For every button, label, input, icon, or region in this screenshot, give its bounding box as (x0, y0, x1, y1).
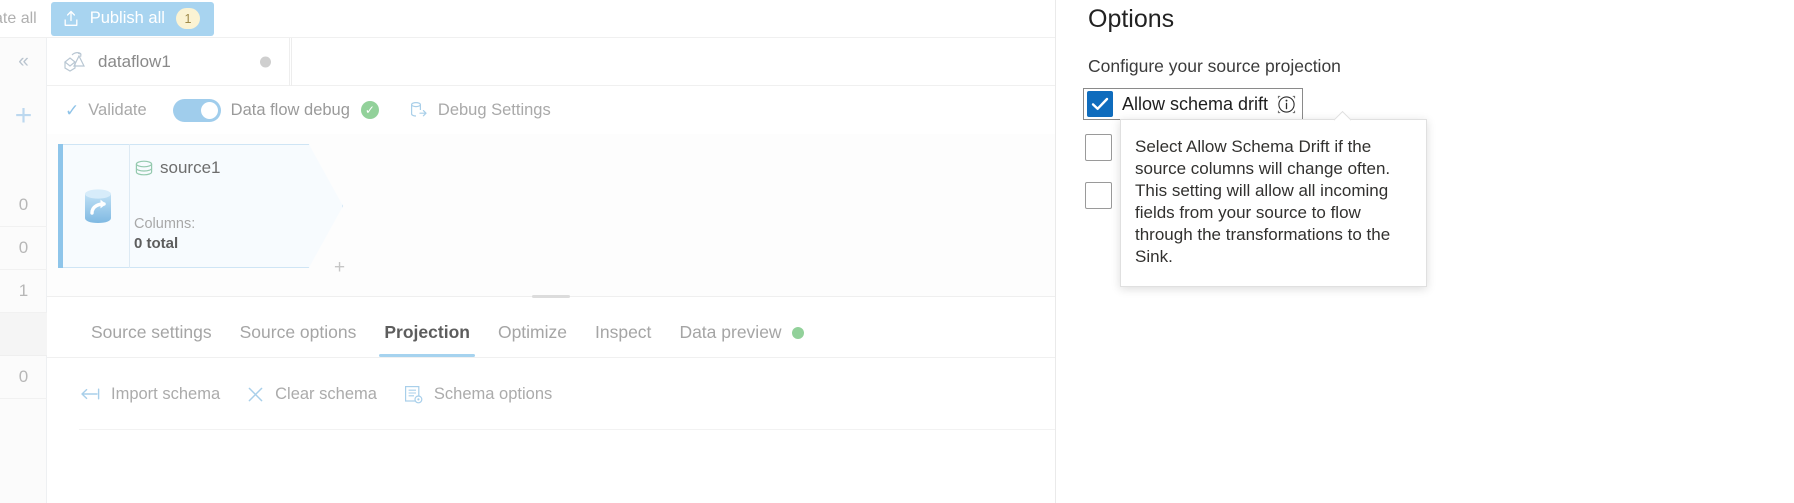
node-body: source1 Columns: 0 total (134, 158, 220, 252)
node-accent-bar (58, 144, 63, 268)
schema-options-button[interactable]: Schema options (403, 384, 552, 405)
rail-count-3[interactable] (0, 313, 47, 356)
node-title: source1 (160, 158, 221, 177)
dataflow-icon (64, 52, 85, 72)
rail-count-1[interactable]: 0 (0, 227, 47, 270)
tab-label: Projection (384, 322, 470, 342)
import-schema-button[interactable]: Import schema (79, 385, 220, 404)
top-toolbar: lidate all Publish all 1 (0, 0, 1055, 38)
rail-count-0[interactable]: 0 (0, 184, 47, 227)
add-next-transformation-button[interactable]: + (334, 258, 345, 277)
dataflow-tab-label: dataflow1 (98, 52, 171, 71)
source-node-source1[interactable]: source1 Columns: 0 total + (58, 144, 345, 277)
node-columns-value: 0 total (134, 235, 179, 252)
allow-schema-drift-checkbox[interactable] (1087, 91, 1113, 117)
panel-resize-handle[interactable] (532, 295, 570, 298)
debug-settings-label: Debug Settings (437, 100, 551, 119)
left-rail: « + 0 0 1 0 (0, 38, 47, 503)
status-ok-dot (791, 326, 804, 339)
clear-schema-label: Clear schema (275, 384, 377, 403)
validate-button[interactable]: ✓ Validate (65, 101, 147, 120)
tooltip-arrow (1334, 111, 1351, 121)
tab-label: Source settings (91, 322, 212, 342)
allow-schema-drift-label: Allow schema drift (1122, 93, 1269, 114)
tab-dataflow1[interactable]: dataflow1 (47, 38, 290, 86)
publish-count-badge: 1 (175, 8, 200, 29)
validate-label: Validate (88, 100, 147, 119)
clear-schema-button[interactable]: Clear schema (246, 385, 377, 404)
debug-settings-button[interactable]: Debug Settings (409, 100, 551, 120)
tab-strip-empty (291, 38, 1055, 86)
tab-projection[interactable]: Projection (370, 322, 484, 357)
schema-options-icon (404, 385, 423, 403)
tab-optimize[interactable]: Optimize (484, 322, 581, 357)
plus-icon: + (14, 99, 33, 132)
tab-data-preview[interactable]: Data preview (665, 322, 817, 357)
tab-label: Optimize (497, 322, 567, 342)
data-flow-debug-label: Data flow debug (230, 100, 350, 119)
options-side-panel: Options Configure your source projection… (1055, 0, 1794, 503)
schema-drift-tooltip: Select Allow Schema Drift if the source … (1120, 119, 1427, 287)
rail-count-2[interactable]: 1 (0, 270, 47, 313)
options-panel-subtitle: Configure your source projection (1088, 56, 1341, 76)
tooltip-text: Select Allow Schema Drift if the source … (1135, 137, 1391, 266)
database-source-icon (85, 189, 111, 223)
dataflow-action-toolbar: ✓ Validate Data flow debug ✓ Debug Setti… (47, 86, 1055, 134)
node-columns-label: Columns: (134, 216, 196, 232)
collapse-panel-button[interactable]: « (0, 38, 47, 86)
tab-source-options[interactable]: Source options (226, 322, 371, 357)
data-flow-editor: « + 0 0 1 0 lidate all Publish all 1 (0, 0, 1794, 503)
import-schema-label: Import schema (111, 384, 221, 403)
unsaved-dot (260, 56, 271, 68)
tab-label: Inspect (595, 322, 652, 342)
green-check-icon: ✓ (360, 101, 379, 119)
validate-all-button[interactable]: lidate all (0, 10, 51, 28)
publish-all-label: Publish all (89, 9, 165, 27)
checkmark-icon (1091, 97, 1109, 110)
schema-action-bar: Import schema Clear schema Schema option… (47, 358, 1055, 430)
source-dataset-icon (135, 160, 153, 176)
toggle-knob (200, 101, 218, 119)
database-arrow-icon (410, 101, 427, 117)
option-checkbox-3[interactable] (1085, 182, 1112, 209)
tab-source-settings[interactable]: Source settings (77, 322, 226, 357)
rail-count-4[interactable]: 0 (0, 356, 47, 399)
tab-label: Source options (239, 322, 357, 342)
import-arrow-icon (81, 388, 100, 400)
add-resource-button[interactable]: + (0, 94, 47, 138)
data-flow-debug-toggle[interactable] (172, 98, 221, 122)
close-x-icon (248, 387, 263, 401)
upload-icon (64, 10, 78, 26)
schema-options-label: Schema options (433, 384, 553, 403)
info-circle-icon[interactable] (1277, 95, 1296, 114)
dataflow-canvas[interactable]: source1 Columns: 0 total + (47, 134, 1055, 298)
tab-inspect[interactable]: Inspect (581, 322, 665, 357)
dataflow-tab-header: dataflow1 (47, 38, 1055, 86)
checkmark-icon: ✓ (65, 100, 80, 120)
chevron-double-left-icon: « (18, 51, 29, 72)
allow-schema-drift-row[interactable]: Allow schema drift (1083, 88, 1304, 120)
node-icon-column (67, 144, 130, 268)
settings-tab-strip: Source settings Source options Projectio… (47, 300, 1055, 358)
options-panel-title: Options (1088, 5, 1175, 33)
publish-all-button[interactable]: Publish all 1 (50, 1, 214, 36)
tab-label: Data preview (679, 322, 782, 342)
option-checkbox-2[interactable] (1085, 134, 1112, 161)
